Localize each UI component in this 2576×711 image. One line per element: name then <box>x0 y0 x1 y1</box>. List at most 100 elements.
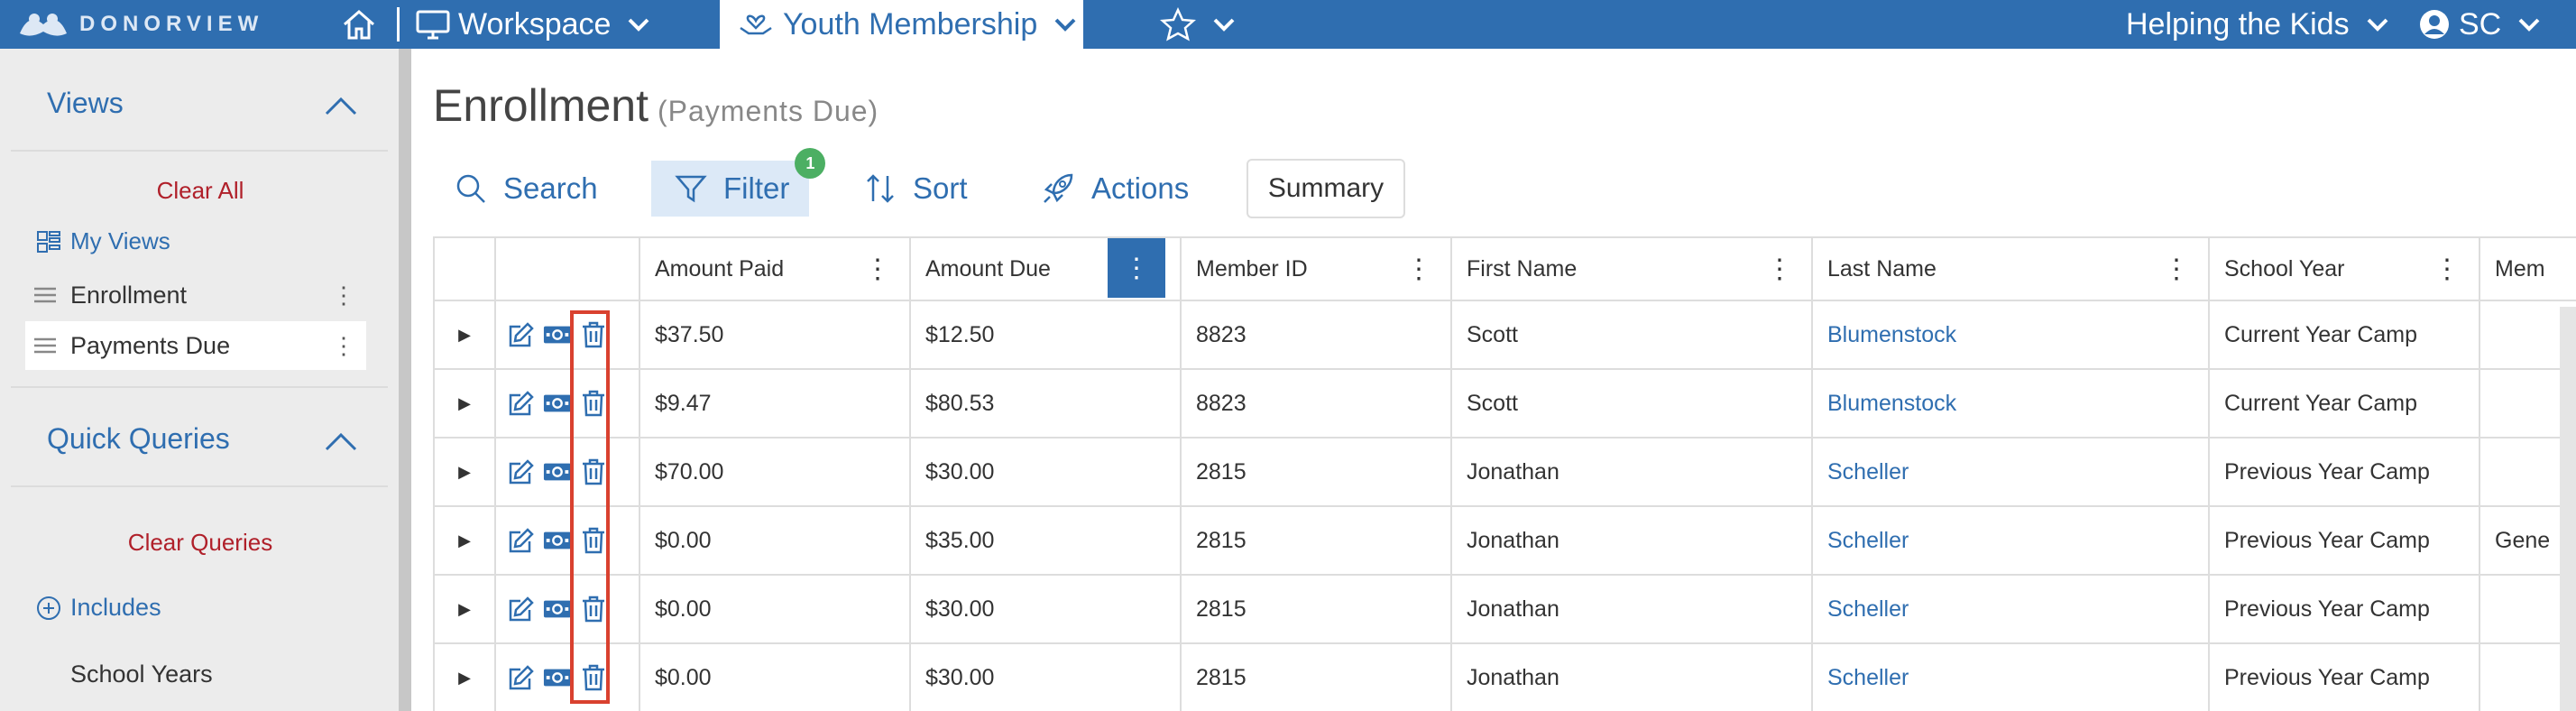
donorview-logo[interactable]: DONORVIEW <box>16 5 263 43</box>
column-menu-icon[interactable]: ⋮ <box>2433 254 2461 285</box>
payment-icon[interactable] <box>543 595 572 623</box>
youth-membership-tab[interactable]: Youth Membership <box>720 0 1083 49</box>
school-years-item[interactable]: School Years <box>70 660 213 688</box>
header-last-name[interactable]: Last Name ⋮ <box>1813 238 2210 301</box>
header-actions-column <box>496 238 640 301</box>
chevron-up-icon[interactable] <box>323 94 359 117</box>
expand-row-icon[interactable]: ▶ <box>435 507 496 576</box>
expand-row-icon[interactable]: ▶ <box>435 301 496 370</box>
cell-school-year: Previous Year Camp <box>2210 644 2480 711</box>
grid-scrollbar[interactable] <box>2560 307 2576 711</box>
cell-first-name: Scott <box>1452 301 1813 370</box>
expand-row-icon[interactable]: ▶ <box>435 439 496 507</box>
organization-menu[interactable]: Helping the Kids <box>2126 0 2389 49</box>
header-mem[interactable]: Mem <box>2480 238 2576 301</box>
drag-handle-icon[interactable] <box>34 286 56 304</box>
workspace-menu[interactable]: Workspace <box>415 0 650 49</box>
rocket-icon <box>1044 173 1073 203</box>
edit-icon[interactable] <box>507 595 536 623</box>
sort-button[interactable]: Sort <box>864 161 968 217</box>
header-amount-paid[interactable]: Amount Paid ⋮ <box>640 238 911 301</box>
header-first-name[interactable]: First Name ⋮ <box>1452 238 1813 301</box>
edit-icon[interactable] <box>507 320 536 349</box>
cell-amount-due: $35.00 <box>911 507 1182 576</box>
user-avatar-icon <box>2420 10 2449 39</box>
monitor-icon <box>416 10 450 40</box>
cell-amount-due: $12.50 <box>911 301 1182 370</box>
sidebar-scrollbar[interactable] <box>399 49 411 711</box>
expand-row-icon[interactable]: ▶ <box>435 370 496 439</box>
cell-member-id: 2815 <box>1182 644 1452 711</box>
column-menu-icon[interactable]: ⋮ <box>1108 238 1165 298</box>
top-nav-bar: DONORVIEW Workspace Youth Membership Hel… <box>0 0 2576 49</box>
payment-icon[interactable] <box>543 320 572 349</box>
chevron-down-icon <box>1054 18 1076 32</box>
column-label: Last Name <box>1827 255 1937 282</box>
search-button[interactable]: Search <box>455 161 598 217</box>
delete-column-highlight <box>570 310 610 704</box>
column-menu-icon[interactable]: ⋮ <box>1405 254 1432 285</box>
cell-amount-paid: $37.50 <box>640 301 911 370</box>
actions-button[interactable]: Actions <box>1041 161 1189 217</box>
edit-icon[interactable] <box>507 457 536 486</box>
clear-all-link[interactable]: Clear All <box>0 177 400 205</box>
row-actions <box>496 507 640 576</box>
filter-count-badge: 1 <box>795 148 826 179</box>
payment-icon[interactable] <box>543 663 572 692</box>
my-views-label: My Views <box>70 227 170 254</box>
plus-circle-icon <box>37 596 60 620</box>
cell-last-name[interactable]: Blumenstock <box>1813 301 2210 370</box>
sort-label: Sort <box>913 171 968 205</box>
sort-icon <box>867 174 894 203</box>
views-heading[interactable]: Views <box>47 87 124 120</box>
my-views-link[interactable]: My Views <box>36 227 170 255</box>
cell-member-id: 2815 <box>1182 439 1452 507</box>
star-icon <box>1160 7 1196 42</box>
expand-row-icon[interactable]: ▶ <box>435 644 496 711</box>
filter-button[interactable]: Filter 1 <box>651 148 826 217</box>
cell-school-year: Current Year Camp <box>2210 301 2480 370</box>
favorites-menu[interactable] <box>1160 0 1236 49</box>
kebab-menu-icon[interactable]: ⋮ <box>332 332 355 360</box>
cell-last-name[interactable]: Scheller <box>1813 439 2210 507</box>
cell-last-name[interactable]: Scheller <box>1813 644 2210 711</box>
cell-last-name[interactable]: Scheller <box>1813 507 2210 576</box>
home-button[interactable] <box>341 0 377 49</box>
includes-link[interactable]: Includes <box>36 594 161 622</box>
clear-queries-link[interactable]: Clear Queries <box>0 529 400 557</box>
payment-icon[interactable] <box>543 526 572 555</box>
cell-last-name[interactable]: Scheller <box>1813 576 2210 644</box>
header-school-year[interactable]: School Year ⋮ <box>2210 238 2480 301</box>
logo-text: DONORVIEW <box>79 12 264 36</box>
workspace-label: Workspace <box>458 6 612 42</box>
cell-amount-due: $30.00 <box>911 439 1182 507</box>
view-item-enrollment[interactable]: Enrollment ⋮ <box>25 271 366 319</box>
chevron-up-icon[interactable] <box>323 429 359 453</box>
view-item-label: Payments Due <box>70 331 231 359</box>
edit-icon[interactable] <box>507 526 536 555</box>
cell-last-name[interactable]: Blumenstock <box>1813 370 2210 439</box>
edit-icon[interactable] <box>507 389 536 418</box>
kebab-menu-icon[interactable]: ⋮ <box>332 282 355 309</box>
data-grid: Amount Paid ⋮ Amount Due ⋮ Member ID ⋮ F… <box>433 236 2576 711</box>
cell-first-name: Jonathan <box>1452 439 1813 507</box>
cell-school-year: Previous Year Camp <box>2210 439 2480 507</box>
cell-first-name: Scott <box>1452 370 1813 439</box>
chevron-down-icon <box>1213 18 1235 32</box>
cell-amount-due: $30.00 <box>911 576 1182 644</box>
summary-button[interactable]: Summary <box>1247 159 1405 218</box>
column-menu-icon[interactable]: ⋮ <box>1766 254 1793 285</box>
view-item-payments-due[interactable]: Payments Due ⋮ <box>25 321 366 370</box>
payment-icon[interactable] <box>543 389 572 418</box>
user-menu[interactable]: SC <box>2419 0 2541 49</box>
column-menu-icon[interactable]: ⋮ <box>864 254 891 285</box>
expand-row-icon[interactable]: ▶ <box>435 576 496 644</box>
column-label: Amount Paid <box>655 255 785 282</box>
header-amount-due[interactable]: Amount Due ⋮ <box>911 238 1182 301</box>
column-menu-icon[interactable]: ⋮ <box>2163 254 2190 285</box>
payment-icon[interactable] <box>543 457 572 486</box>
header-member-id[interactable]: Member ID ⋮ <box>1182 238 1452 301</box>
drag-handle-icon[interactable] <box>34 337 56 355</box>
quick-queries-heading[interactable]: Quick Queries <box>47 422 230 456</box>
edit-icon[interactable] <box>507 663 536 692</box>
